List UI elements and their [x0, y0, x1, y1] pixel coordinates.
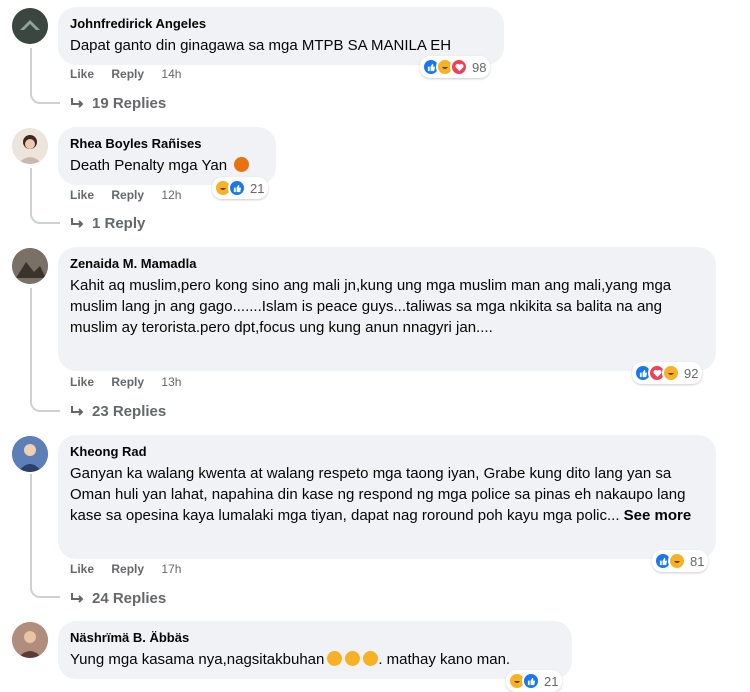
comment-actions: Like Reply 13h — [70, 375, 195, 389]
comment-timestamp[interactable]: 14h — [161, 67, 181, 81]
avatar[interactable] — [12, 622, 48, 658]
laughing-emoji-icon — [327, 651, 343, 666]
comment-author[interactable]: Zenaida M. Mamadla — [70, 255, 704, 272]
comment-timestamp[interactable]: 17h — [161, 562, 181, 576]
reaction-summary[interactable]: 92 — [632, 362, 703, 384]
comment-text-end: . mathay kano man. — [378, 651, 511, 668]
angry-face-emoji-icon — [234, 157, 250, 172]
laughing-emoji-icon — [363, 651, 379, 666]
view-replies-button[interactable]: 24 Replies — [70, 590, 166, 607]
view-replies-button[interactable]: 23 Replies — [70, 403, 166, 420]
reply-button[interactable]: Reply — [111, 67, 144, 81]
replies-label: 1 Reply — [92, 215, 146, 232]
comment-author[interactable]: Näshrïmä B. Äbbäs — [70, 629, 560, 646]
reaction-summary[interactable]: 98 — [420, 56, 491, 78]
like-button[interactable]: Like — [70, 375, 94, 389]
comment-bubble: Zenaida M. Mamadla Kahit aq muslim,pero … — [58, 247, 716, 371]
thread-line — [30, 288, 32, 404]
reaction-count: 81 — [690, 553, 705, 569]
comment-bubble: Kheong Rad Ganyan ka walang kwenta at wa… — [58, 435, 716, 559]
reaction-summary[interactable]: 81 — [652, 550, 709, 572]
like-button[interactable]: Like — [70, 562, 94, 576]
laughing-emoji-icon — [345, 651, 361, 666]
haha-reaction-icon — [662, 364, 680, 382]
replies-label: 24 Replies — [92, 590, 167, 607]
comment-author[interactable]: Rhea Boyles Rañises — [70, 135, 264, 152]
comment-text: Death Penalty mga Yan — [70, 155, 264, 176]
comment-text-content: Yung mga kasama nya,nagsitakbuhan — [70, 651, 325, 668]
reaction-count: 21 — [250, 180, 265, 196]
thread-connector — [30, 88, 60, 104]
comment-bubble: Näshrïmä B. Äbbäs Yung mga kasama nya,na… — [58, 621, 572, 679]
comment-text: Kahit aq muslim,pero kong sino ang mali … — [70, 277, 672, 336]
haha-reaction-icon — [668, 552, 686, 570]
thread-line — [30, 474, 32, 590]
like-button[interactable]: Like — [70, 188, 94, 202]
see-more-link[interactable]: See more — [624, 507, 692, 524]
reaction-count: 92 — [684, 365, 699, 381]
comment-actions: Like Reply 17h — [70, 562, 195, 576]
thread-connector — [30, 582, 60, 598]
comment-text: Ganyan ka walang kwenta at walang respet… — [70, 463, 704, 526]
avatar[interactable] — [12, 436, 48, 472]
reaction-count: 98 — [472, 59, 487, 75]
thread-connector — [30, 208, 60, 224]
comment-actions: Like Reply 12h — [70, 188, 195, 202]
comment-text-content: Ganyan ka walang kwenta at walang respet… — [70, 465, 686, 524]
reaction-summary[interactable]: 21 — [212, 177, 269, 199]
reply-arrow-icon — [71, 217, 84, 228]
avatar[interactable] — [12, 8, 48, 44]
avatar[interactable] — [12, 248, 48, 284]
reply-arrow-icon — [71, 592, 84, 603]
reply-arrow-icon — [71, 97, 84, 108]
avatar[interactable] — [12, 128, 48, 164]
comment-text: Dapat ganto din ginagawa sa mga MTPB SA … — [70, 37, 452, 54]
thread-connector — [30, 396, 60, 412]
comment-timestamp[interactable]: 13h — [161, 375, 181, 389]
comment-author[interactable]: Kheong Rad — [70, 443, 704, 460]
comment-text-content: Death Penalty mga Yan — [70, 157, 228, 174]
comment-author[interactable]: Johnfredirick Angeles — [70, 15, 492, 32]
like-reaction-icon — [522, 672, 540, 690]
reply-arrow-icon — [71, 405, 84, 416]
comment-actions: Like Reply 14h — [70, 67, 195, 81]
replies-label: 19 Replies — [92, 95, 167, 112]
like-reaction-icon — [228, 179, 246, 197]
comment-text: Yung mga kasama nya,nagsitakbuhan . matha… — [70, 649, 560, 670]
view-replies-button[interactable]: 19 Replies — [70, 95, 166, 112]
reaction-count: 21 — [544, 673, 559, 689]
like-button[interactable]: Like — [70, 67, 94, 81]
reply-button[interactable]: Reply — [111, 375, 144, 389]
replies-label: 23 Replies — [92, 403, 167, 420]
love-reaction-icon — [450, 58, 468, 76]
view-replies-button[interactable]: 1 Reply — [70, 215, 145, 232]
reply-button[interactable]: Reply — [111, 562, 144, 576]
reply-button[interactable]: Reply — [111, 188, 144, 202]
comment-timestamp[interactable]: 12h — [161, 188, 181, 202]
reaction-summary[interactable]: 21 — [506, 670, 563, 692]
